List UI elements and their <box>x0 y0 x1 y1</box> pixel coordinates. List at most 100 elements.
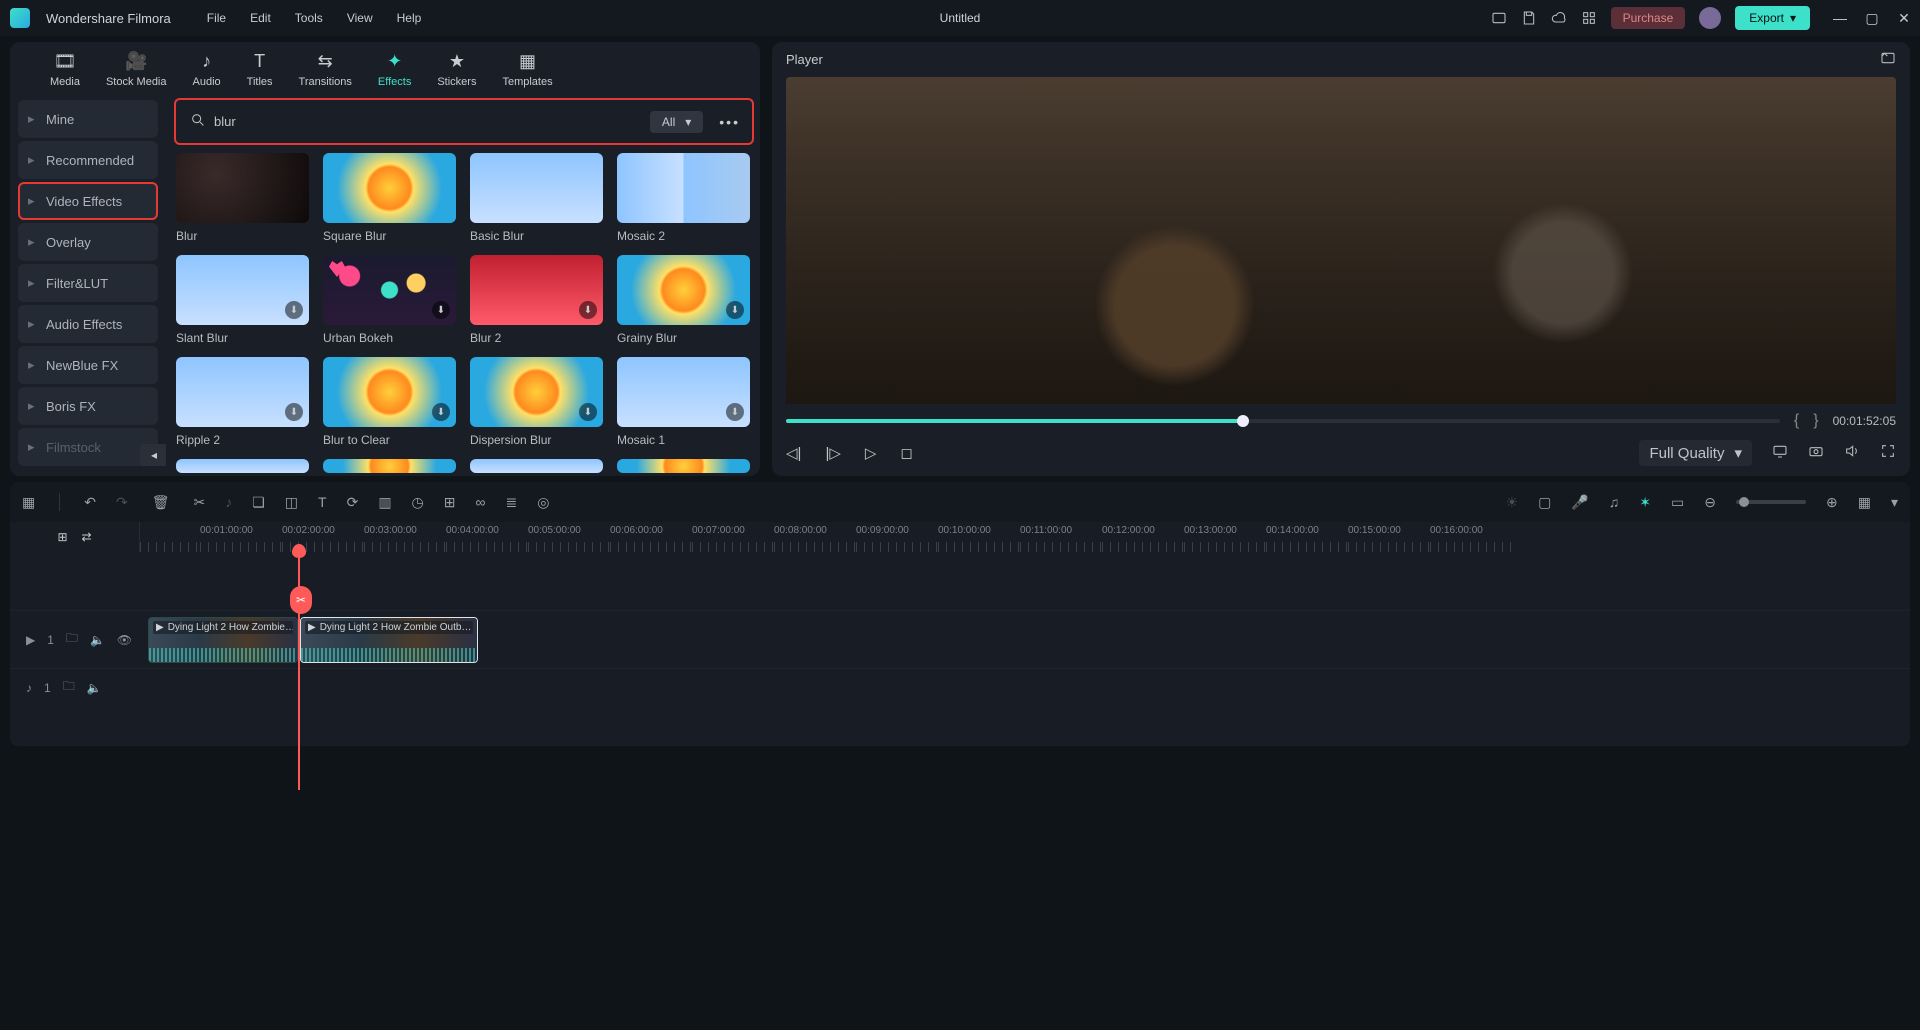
purchase-button[interactable]: Purchase <box>1611 7 1686 29</box>
download-icon[interactable]: ⬇ <box>432 403 450 421</box>
effect-card[interactable]: ⬇Slant Blur <box>176 255 309 345</box>
cut-icon[interactable]: ✂ <box>193 494 205 511</box>
category-video-effects[interactable]: ▸Video Effects <box>18 182 158 220</box>
display-icon[interactable] <box>1772 443 1788 463</box>
more-options-icon[interactable]: ••• <box>713 114 746 130</box>
effect-card[interactable]: ⬇Ripple 2 <box>176 357 309 447</box>
effect-card[interactable] <box>176 459 309 473</box>
download-icon[interactable]: ⬇ <box>285 403 303 421</box>
video-track-body[interactable]: ▶Dying Light 2 How Zombie…▶Dying Light 2… <box>140 611 1910 668</box>
effect-card[interactable]: ⬇Blur to Clear <box>323 357 456 447</box>
play-button[interactable]: ▷ <box>865 444 877 462</box>
window-maximize[interactable]: ▢ <box>1866 12 1878 24</box>
timeline-clip[interactable]: ▶Dying Light 2 How Zombie… <box>148 617 298 663</box>
window-close[interactable]: ✕ <box>1898 12 1910 24</box>
category-recommended[interactable]: ▸Recommended <box>18 141 158 179</box>
toggle-track-icon[interactable]: ⊞ <box>57 530 67 544</box>
stop-button[interactable]: ◻ <box>900 444 912 462</box>
download-icon[interactable]: ⬇ <box>726 403 744 421</box>
mute-icon[interactable]: 🔈 <box>90 633 105 647</box>
cc-icon[interactable]: ▭ <box>1671 494 1684 511</box>
eye-icon[interactable]: 👁 <box>117 633 132 647</box>
download-icon[interactable]: ⬇ <box>579 301 597 319</box>
menu-edit[interactable]: Edit <box>250 11 271 25</box>
category-overlay[interactable]: ▸Overlay <box>18 223 158 261</box>
effect-card[interactable]: ⬇Urban Bokeh <box>323 255 456 345</box>
save-icon[interactable] <box>1521 10 1537 26</box>
time-ruler[interactable]: 00:01:00:0000:02:00:0000:03:00:0000:04:0… <box>140 522 1910 552</box>
window-minimize[interactable]: — <box>1834 12 1846 24</box>
audio-track-body[interactable] <box>140 669 1910 706</box>
progress-knob[interactable] <box>1237 415 1249 427</box>
mark-in-button[interactable]: { <box>1794 412 1799 430</box>
fullscreen-icon[interactable] <box>1880 443 1896 463</box>
download-icon[interactable]: ⬇ <box>579 403 597 421</box>
menu-help[interactable]: Help <box>397 11 422 25</box>
menu-tools[interactable]: Tools <box>295 11 323 25</box>
folder-icon[interactable]: 🗀 <box>66 629 78 650</box>
collapse-sidebar-button[interactable]: ◂ <box>140 444 166 466</box>
camera-icon[interactable] <box>1808 443 1824 463</box>
chevron-down-icon[interactable]: ▾ <box>1891 494 1898 511</box>
quality-dropdown[interactable]: Full Quality ▾ <box>1639 440 1752 466</box>
record-icon[interactable]: ◎ <box>537 494 549 511</box>
effect-card[interactable]: Blur <box>176 153 309 243</box>
track-icon[interactable]: ⊞ <box>444 494 456 511</box>
undo-icon[interactable]: ↶ <box>84 494 96 511</box>
category-audio-effects[interactable]: ▸Audio Effects <box>18 305 158 343</box>
effect-card[interactable]: ⬇Grainy Blur <box>617 255 750 345</box>
menu-file[interactable]: File <box>207 11 226 25</box>
delete-icon[interactable]: 🗑 <box>152 494 170 511</box>
tab-transitions[interactable]: ⇆Transitions <box>299 51 352 88</box>
video-preview[interactable] <box>786 77 1896 404</box>
text-icon[interactable]: T <box>318 494 327 510</box>
effect-card[interactable]: ⬇Dispersion Blur <box>470 357 603 447</box>
link-icon[interactable]: ∞ <box>476 494 486 510</box>
sun-icon[interactable]: ☀ <box>1506 494 1519 511</box>
category-filmstock[interactable]: ▸Filmstock <box>18 428 158 466</box>
split-marker[interactable]: ✂ <box>290 586 312 614</box>
music-icon[interactable]: ♪ <box>225 494 232 510</box>
effect-card[interactable]: Square Blur <box>323 153 456 243</box>
tab-titles[interactable]: TTitles <box>247 51 273 88</box>
download-icon[interactable]: ⬇ <box>726 301 744 319</box>
search-input[interactable] <box>214 114 632 129</box>
effect-card[interactable]: Basic Blur <box>470 153 603 243</box>
next-frame-button[interactable]: |▷ <box>825 444 840 462</box>
redo-icon[interactable]: ↷ <box>116 494 128 511</box>
mark-out-button[interactable]: } <box>1813 412 1818 430</box>
effect-card[interactable] <box>470 459 603 473</box>
list-icon[interactable]: ♫ <box>1609 494 1620 510</box>
timeline-clip[interactable]: ▶Dying Light 2 How Zombie Outb… <box>300 617 478 663</box>
speed-icon[interactable]: ⟳ <box>347 494 359 511</box>
zoom-slider[interactable] <box>1736 500 1806 504</box>
effect-card[interactable]: Mosaic 2 <box>617 153 750 243</box>
mic-icon[interactable]: 🎤 <box>1571 494 1588 511</box>
download-icon[interactable]: ⬇ <box>432 301 450 319</box>
filter-dropdown[interactable]: All ▾ <box>650 111 703 133</box>
color-icon[interactable]: ▥ <box>378 494 391 511</box>
apps-icon[interactable]: ▦ <box>22 494 35 511</box>
prev-frame-button[interactable]: ◁| <box>786 444 801 462</box>
progress-bar[interactable] <box>786 419 1780 423</box>
zoom-out-icon[interactable]: ⊖ <box>1704 494 1716 511</box>
cloud-icon[interactable] <box>1551 10 1567 26</box>
effect-card[interactable] <box>323 459 456 473</box>
effect-card[interactable]: ⬇Mosaic 1 <box>617 357 750 447</box>
effect-card[interactable] <box>617 459 750 473</box>
menu-view[interactable]: View <box>347 11 373 25</box>
shield-icon[interactable]: ▢ <box>1538 494 1551 511</box>
tab-stickers[interactable]: ★Stickers <box>437 51 476 88</box>
marker-icon[interactable]: ✶ <box>1639 494 1651 511</box>
user-avatar[interactable] <box>1699 7 1721 29</box>
mute-icon[interactable]: 🔈 <box>87 681 102 695</box>
tab-effects[interactable]: ✦Effects <box>378 51 411 88</box>
zoom-in-icon[interactable]: ⊕ <box>1826 494 1838 511</box>
folder-icon[interactable]: 🗀 <box>63 677 75 698</box>
layout-icon[interactable] <box>1491 10 1507 26</box>
volume-icon[interactable] <box>1844 443 1860 463</box>
tag-icon[interactable]: ❏ <box>252 494 265 511</box>
export-button[interactable]: Export▾ <box>1735 6 1810 30</box>
tab-stock-media[interactable]: 🎥Stock Media <box>106 51 167 88</box>
apps-icon[interactable] <box>1581 10 1597 26</box>
